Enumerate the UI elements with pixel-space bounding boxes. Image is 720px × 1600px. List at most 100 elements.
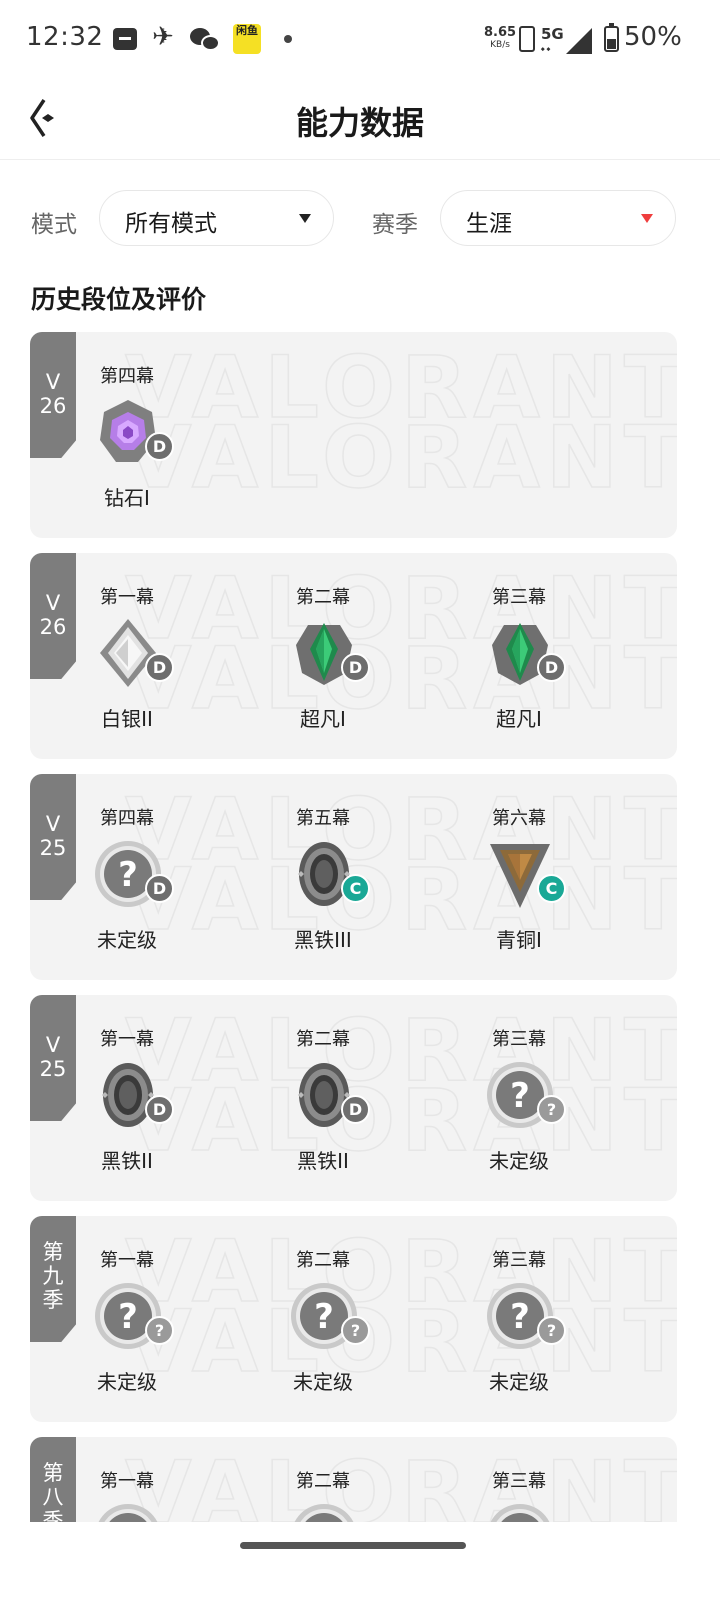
net-speed: 8.65 KB/s xyxy=(484,26,516,52)
act-item[interactable]: 第六幕 C 青铜I xyxy=(459,774,579,980)
season-card: VALORANT VALORANT V 25 第一幕 D 黑铁II 第二幕 D 黑铁II 第三幕??… xyxy=(30,995,677,1201)
app-header: 能力数据 xyxy=(0,80,720,160)
svg-text:?: ? xyxy=(118,1297,138,1337)
grade-badge: D xyxy=(341,1095,370,1124)
mode-select-value: 所有模式 xyxy=(125,211,217,237)
svg-text:?: ? xyxy=(510,1076,530,1116)
act-label: 第五幕 xyxy=(296,808,350,829)
rank-label: 超凡I xyxy=(496,707,542,731)
rank-label: 未定级 xyxy=(97,1370,157,1394)
act-label: 第三幕 xyxy=(492,1250,546,1271)
act-item[interactable]: 第三幕?? 未定级 xyxy=(459,1216,579,1422)
act-label: 第一幕 xyxy=(100,1471,154,1492)
act-label: 第二幕 xyxy=(296,587,350,608)
act-label: 第二幕 xyxy=(296,1250,350,1271)
grade-badge: D xyxy=(145,874,174,903)
act-item[interactable]: 第一幕 D 黑铁II xyxy=(67,995,187,1201)
act-label: 第四幕 xyxy=(100,366,154,387)
act-label: 第二幕 xyxy=(296,1471,350,1492)
season-card: VALORANT VALORANT V 26 第一幕 D 白银II 第二幕 D 超凡I 第三幕 D 超凡… xyxy=(30,553,677,759)
act-item[interactable]: 第四幕? D 未定级 xyxy=(67,774,187,980)
net-speed-unit: KB/s xyxy=(490,40,510,50)
caret-down-icon xyxy=(641,214,653,223)
act-label: 第四幕 xyxy=(100,808,154,829)
season-card: VALORANT VALORANT 第九季第一幕?? 未定级 第二幕?? 未定级 第三幕??… xyxy=(30,1216,677,1422)
grade-badge: D xyxy=(341,653,370,682)
act-item[interactable]: 第二幕 D 黑铁II xyxy=(263,995,383,1201)
rank-label: 未定级 xyxy=(293,1370,353,1394)
act-label: 第二幕 xyxy=(296,1029,350,1050)
mode-label: 模式 xyxy=(31,212,77,238)
valorant-watermark: VALORANT xyxy=(124,1222,677,1322)
grade-badge: ? xyxy=(145,1316,174,1345)
act-item[interactable]: 第三幕?? 未定级 xyxy=(459,995,579,1201)
section-title: 历史段位及评价 xyxy=(31,285,207,314)
rank-label: 未定级 xyxy=(97,928,157,952)
wechat-icon xyxy=(190,26,220,52)
status-time: 12:32 xyxy=(26,22,104,52)
rank-label: 黑铁II xyxy=(101,1149,153,1173)
page-title: 能力数据 xyxy=(295,104,424,142)
season-card: VALORANT VALORANT V 26 第四幕 D 钻石I xyxy=(30,332,677,538)
home-indicator[interactable] xyxy=(240,1542,466,1549)
rank-label: 钻石I xyxy=(104,486,150,510)
send-icon: ✈ xyxy=(152,22,174,52)
act-label: 第三幕 xyxy=(492,1029,546,1050)
valorant-watermark: VALORANT xyxy=(124,1292,677,1392)
grade-badge: D xyxy=(145,432,174,461)
act-label: 第一幕 xyxy=(100,1029,154,1050)
dot-icon xyxy=(284,35,292,43)
data-arrows-icon: ⬩⬩ xyxy=(541,44,553,55)
rank-label: 白银II xyxy=(101,707,153,731)
season-select[interactable]: 生涯 xyxy=(440,190,676,246)
grade-badge: C xyxy=(537,874,566,903)
grade-badge: D xyxy=(537,653,566,682)
grade-badge: D xyxy=(145,1095,174,1124)
network-type: 5G ⬩⬩ xyxy=(541,26,564,58)
hd-icon xyxy=(519,26,535,52)
rank-label: 黑铁III xyxy=(294,928,352,952)
act-item[interactable]: 第二幕?? 未定级 xyxy=(263,1216,383,1422)
act-label: 第三幕 xyxy=(492,1471,546,1492)
valorant-watermark: VALORANT xyxy=(124,780,677,880)
act-item[interactable]: 第五幕 C 黑铁III xyxy=(263,774,383,980)
act-label: 第六幕 xyxy=(492,808,546,829)
act-label: 第三幕 xyxy=(492,587,546,608)
season-card: VALORANT VALORANT V 25 第四幕? D 未定级 第五幕 C 黑铁III 第六幕 C… xyxy=(30,774,677,980)
valorant-watermark: VALORANT xyxy=(124,629,677,729)
grade-badge: C xyxy=(341,874,370,903)
rank-label: 未定级 xyxy=(489,1149,549,1173)
act-item[interactable]: 第三幕 D 超凡I xyxy=(459,553,579,759)
network-label: 5G xyxy=(541,25,564,43)
season-select-value: 生涯 xyxy=(466,211,512,237)
grade-badge: ? xyxy=(537,1316,566,1345)
act-label: 第一幕 xyxy=(100,587,154,608)
valorant-watermark: VALORANT xyxy=(124,408,677,508)
valorant-watermark: VALORANT xyxy=(124,850,677,950)
season-label: 赛季 xyxy=(372,212,418,238)
valorant-watermark: VALORANT xyxy=(124,559,677,659)
bottom-bar xyxy=(0,1522,720,1600)
act-label: 第一幕 xyxy=(100,1250,154,1271)
grade-badge: ? xyxy=(537,1095,566,1124)
status-bar: 12:32 ✈ 闲鱼 8.65 KB/s 5G ⬩⬩ 50% xyxy=(0,0,720,80)
act-item[interactable]: 第四幕 D 钻石I xyxy=(67,332,187,538)
mode-select[interactable]: 所有模式 xyxy=(99,190,334,246)
rank-label: 未定级 xyxy=(489,1370,549,1394)
act-item[interactable]: 第一幕 D 白银II xyxy=(67,553,187,759)
svg-text:?: ? xyxy=(510,1297,530,1337)
battery-percent: 50% xyxy=(624,22,682,52)
svg-text:?: ? xyxy=(314,1297,334,1337)
act-item[interactable]: 第一幕?? 未定级 xyxy=(67,1216,187,1422)
net-speed-value: 8.65 xyxy=(484,25,517,40)
valorant-watermark: VALORANT xyxy=(124,1071,677,1171)
signal-icon xyxy=(566,28,592,54)
valorant-watermark: VALORANT xyxy=(124,338,677,438)
valorant-watermark: VALORANT xyxy=(124,1001,677,1101)
svg-text:?: ? xyxy=(118,855,138,895)
rank-label: 青铜I xyxy=(496,928,542,952)
grade-badge: ? xyxy=(341,1316,370,1345)
act-item[interactable]: 第二幕 D 超凡I xyxy=(263,553,383,759)
battery-icon xyxy=(604,23,619,52)
caret-down-icon xyxy=(299,214,311,223)
